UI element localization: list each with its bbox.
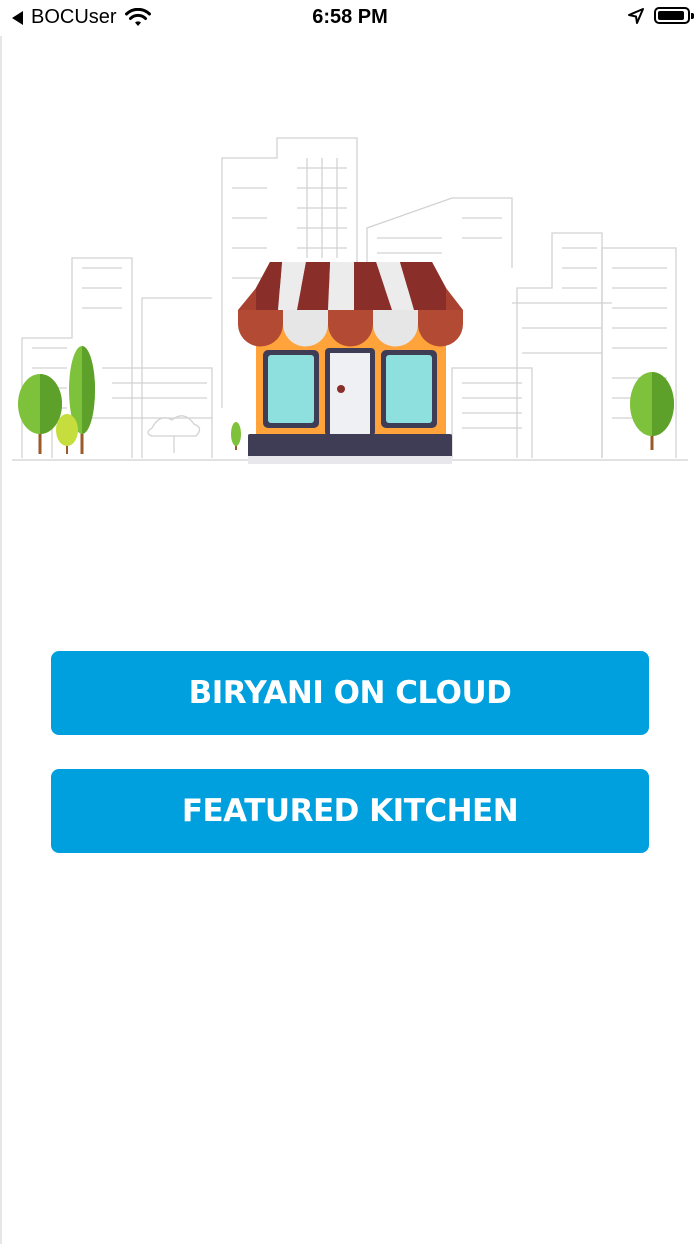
status-bar: BOCUser 6:58 PM bbox=[0, 0, 700, 36]
battery-icon bbox=[654, 7, 694, 24]
window-edge bbox=[0, 36, 2, 1244]
featured-kitchen-button[interactable]: FEATURED KITCHEN bbox=[51, 769, 649, 853]
storefront-cityscape-illustration bbox=[12, 137, 688, 464]
status-indicators bbox=[628, 7, 694, 24]
storefront bbox=[238, 262, 463, 464]
biryani-on-cloud-button[interactable]: BIRYANI ON CLOUD bbox=[51, 651, 649, 735]
status-time: 6:58 PM bbox=[312, 6, 388, 28]
location-arrow-icon bbox=[628, 7, 644, 24]
tree-right bbox=[630, 372, 674, 450]
